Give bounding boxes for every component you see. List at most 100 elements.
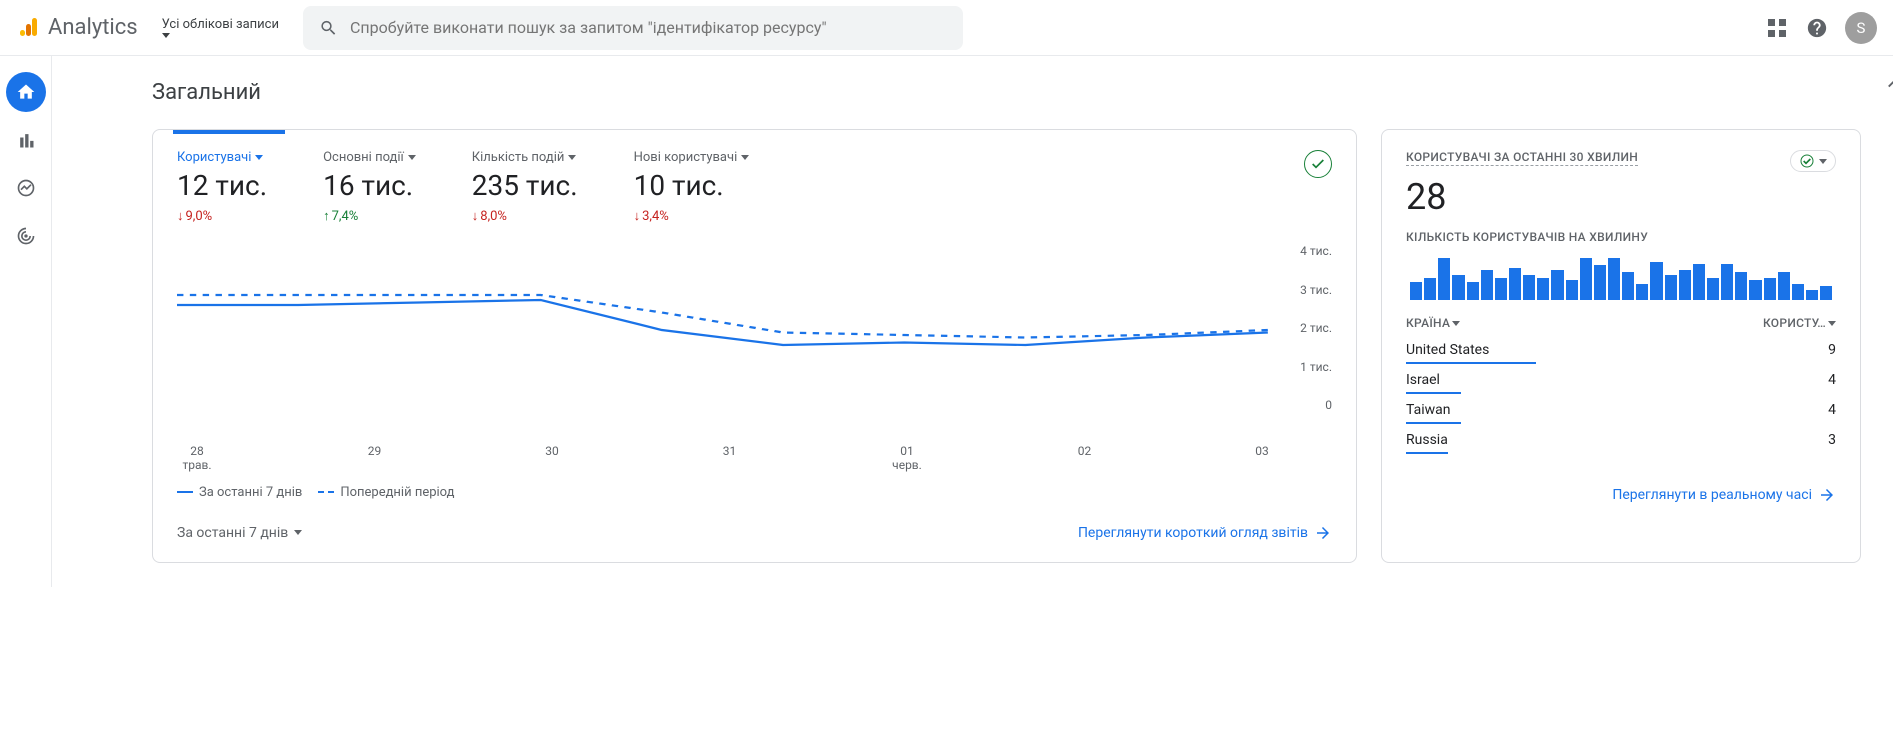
chevron-down-icon [1828, 321, 1836, 326]
date-range-selector[interactable]: За останні 7 днів [177, 525, 302, 541]
country-value: 4 [1828, 372, 1836, 388]
chevron-down-icon [408, 155, 416, 160]
x-axis-label: 30 [532, 444, 572, 473]
line-chart: 4 тис.3 тис.2 тис.1 тис.0 [177, 240, 1332, 440]
sparkline-bar [1467, 282, 1479, 300]
sparkline-bar [1410, 282, 1422, 300]
sparkline-bar [1693, 264, 1705, 300]
sparkline-bar [1665, 275, 1677, 300]
sidebar-item-explore[interactable] [6, 168, 46, 208]
x-axis-label: 28трав. [177, 444, 217, 473]
x-axis-label: 01черв. [887, 444, 927, 473]
check-icon [1310, 156, 1326, 172]
metric-label: Користувачі [177, 150, 267, 165]
help-icon[interactable] [1805, 16, 1829, 40]
metric-Кількість подій[interactable]: Кількість подій 235 тис. 8,0% [472, 150, 578, 224]
sparkline-bar [1438, 258, 1450, 300]
avatar[interactable]: S [1845, 12, 1877, 44]
sparkline-bar [1679, 270, 1691, 300]
analytics-logo-icon [16, 16, 40, 40]
chevron-down-icon [568, 155, 576, 160]
country-name: United States [1406, 342, 1536, 358]
realtime-card: КОРИСТУВАЧІ ЗА ОСТАННІ 30 ХВИЛИН 28 КІЛЬ… [1381, 129, 1861, 563]
apps-icon[interactable] [1765, 16, 1789, 40]
view-realtime-link[interactable]: Переглянути в реальному часі [1612, 486, 1836, 504]
country-name: Israel [1406, 372, 1461, 388]
brand[interactable]: Analytics [16, 15, 138, 40]
chart-svg [177, 240, 1332, 440]
chevron-down-icon [1452, 321, 1460, 326]
country-name: Taiwan [1406, 402, 1461, 418]
sidebar-item-advertising[interactable] [6, 216, 46, 256]
legend-previous: Попередній період [318, 485, 454, 500]
check-icon [1799, 153, 1815, 169]
search-bar[interactable] [303, 6, 963, 50]
link-text: Переглянути в реальному часі [1612, 487, 1812, 503]
chevron-down-icon [294, 530, 302, 535]
target-icon [16, 226, 36, 246]
column-country[interactable]: КРАЇНА [1406, 316, 1460, 330]
metric-value: 235 тис. [472, 169, 578, 202]
sparkline-bar [1495, 278, 1507, 300]
overview-card: Користувачі 12 тис. 9,0% Основні події 16… [152, 129, 1357, 563]
metric-value: 12 тис. [177, 169, 267, 202]
sparkline-bar [1594, 265, 1606, 300]
sparkline-bar [1622, 272, 1634, 300]
arrow-right-icon [1818, 486, 1836, 504]
country-row: Israel 4 [1406, 372, 1836, 402]
insights-icon[interactable] [1877, 62, 1893, 102]
country-value: 4 [1828, 402, 1836, 418]
sparkline-bar [1636, 284, 1648, 300]
metric-Основні події[interactable]: Основні події 16 тис. 7,4% [323, 150, 416, 224]
chart-legend: За останні 7 днів Попередній період [177, 485, 1332, 500]
realtime-status-badge[interactable] [1790, 150, 1836, 172]
app-header: Analytics Усі облікові записи S [0, 0, 1893, 56]
sparkline-bar [1566, 280, 1578, 300]
view-reports-link[interactable]: Переглянути короткий огляд звітів [1078, 524, 1332, 542]
sparkline-bar [1608, 258, 1620, 300]
sidebar [0, 56, 52, 587]
check-badge[interactable] [1304, 150, 1332, 178]
metric-Нові користувачі[interactable]: Нові користувачі 10 тис. 3,4% [634, 150, 750, 224]
sparkline-bar [1551, 270, 1563, 300]
country-row: Taiwan 4 [1406, 402, 1836, 432]
country-value: 3 [1828, 432, 1836, 448]
metric-Користувачі[interactable]: Користувачі 12 тис. 9,0% [177, 150, 267, 224]
sidebar-item-reports[interactable] [6, 120, 46, 160]
sparkline-bar [1820, 286, 1832, 300]
page-title: Загальний [152, 80, 1861, 105]
sparkline-bar [1481, 270, 1493, 300]
sparkline-bar [1452, 275, 1464, 300]
sparkline-bar [1806, 290, 1818, 300]
explore-icon [16, 178, 36, 198]
link-text: Переглянути короткий огляд звітів [1078, 525, 1308, 541]
x-axis-label: 29 [355, 444, 395, 473]
realtime-value: 28 [1406, 176, 1836, 218]
sparkline-bar [1764, 278, 1776, 300]
country-row: United States9 [1406, 342, 1836, 372]
active-metric-indicator [173, 130, 285, 134]
realtime-subtitle: КІЛЬКІСТЬ КОРИСТУВАЧІВ НА ХВИЛИНУ [1406, 230, 1836, 244]
x-axis-label: 31 [710, 444, 750, 473]
bar-chart-icon [16, 130, 36, 150]
sparkline-bar [1735, 272, 1747, 300]
chevron-down-icon [741, 155, 749, 160]
metric-delta: 7,4% [323, 208, 416, 224]
country-bar [1406, 452, 1448, 454]
sidebar-item-home[interactable] [6, 72, 46, 112]
search-input[interactable] [350, 18, 947, 37]
date-range-label: За останні 7 днів [177, 525, 288, 541]
metric-label: Кількість подій [472, 150, 578, 165]
column-users[interactable]: КОРИСТУ… [1763, 316, 1836, 330]
x-axis-label: 02 [1065, 444, 1105, 473]
sparkline-bar [1749, 280, 1761, 300]
search-icon [319, 18, 338, 38]
sparkline-bar [1523, 275, 1535, 300]
arrow-right-icon [1314, 524, 1332, 542]
account-selector[interactable]: Усі облікові записи [162, 17, 279, 39]
metric-delta: 3,4% [634, 208, 750, 224]
metric-delta: 9,0% [177, 208, 267, 224]
realtime-sparkline [1406, 252, 1836, 300]
country-row: Russia3 [1406, 432, 1836, 462]
country-bar [1406, 362, 1536, 364]
